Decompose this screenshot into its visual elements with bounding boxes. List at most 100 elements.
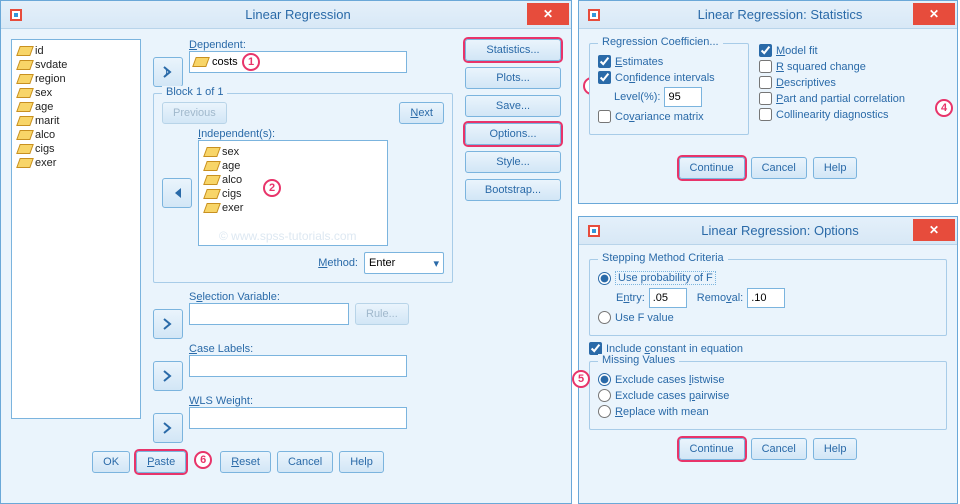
use-probability-radio[interactable]: Use probability of F — [598, 271, 938, 285]
scale-icon — [16, 130, 34, 140]
removal-label: Removal: — [697, 292, 743, 304]
part-partial-check[interactable]: Part and partial correlation — [759, 92, 947, 105]
exclude-pairwise-radio[interactable]: Exclude cases pairwise — [598, 389, 938, 402]
exclude-listwise-radio[interactable]: Exclude cases listwise — [598, 373, 938, 386]
plots-button[interactable]: Plots... — [465, 67, 561, 89]
style-button[interactable]: Style... — [465, 151, 561, 173]
scale-icon — [16, 88, 34, 98]
rule-button[interactable]: Rule... — [355, 303, 409, 325]
main-dialog: Linear Regression ✕ idsvdateregionsexage… — [0, 0, 572, 504]
scale-icon — [16, 144, 34, 154]
wls-weight-label: WLS Weight: — [189, 395, 253, 407]
statistics-button[interactable]: Statistics... — [465, 39, 561, 61]
selection-variable-label: Selection Variable: — [189, 291, 280, 303]
annotation-4: 4 — [935, 99, 953, 117]
annotation-1: 1 — [242, 53, 260, 71]
case-labels-label: Case Labels: — [189, 343, 253, 355]
use-f-value-radio[interactable]: Use F value — [598, 311, 938, 324]
level-label: Level(%): — [614, 91, 660, 103]
variable-item[interactable]: exer — [16, 156, 136, 170]
app-icon — [585, 222, 603, 240]
app-icon — [585, 6, 603, 24]
rsquared-change-check[interactable]: R squared change — [759, 60, 947, 73]
previous-button[interactable]: Previous — [162, 102, 227, 124]
ok-button[interactable]: OK — [92, 451, 130, 473]
model-fit-check[interactable]: Model fit — [759, 44, 947, 57]
variable-item[interactable]: exer — [203, 201, 383, 215]
dependent-value: costs — [212, 56, 238, 68]
move-to-independents-button[interactable] — [162, 178, 192, 208]
bootstrap-button[interactable]: Bootstrap... — [465, 179, 561, 201]
estimates-check[interactable]: Estimates — [598, 55, 740, 68]
save-button[interactable]: Save... — [465, 95, 561, 117]
variable-item[interactable]: sex — [203, 145, 383, 159]
collinearity-check[interactable]: Collinearity diagnostics — [759, 108, 947, 121]
annotation-2: 2 — [263, 179, 281, 197]
dependent-field[interactable]: costs 1 — [189, 51, 407, 73]
scale-icon — [203, 161, 221, 171]
close-button[interactable]: ✕ — [913, 3, 955, 25]
coeff-legend: Regression Coefficien... — [598, 36, 723, 48]
move-to-selection-button[interactable] — [153, 309, 183, 339]
dependent-label: Dependent: — [189, 39, 246, 51]
level-input[interactable] — [664, 87, 702, 107]
variable-item[interactable]: marit — [16, 114, 136, 128]
move-to-caselabels-button[interactable] — [153, 361, 183, 391]
missing-legend: Missing Values — [598, 354, 679, 366]
selection-variable-field[interactable] — [189, 303, 349, 325]
move-to-dependent-button[interactable] — [153, 57, 183, 87]
variable-item[interactable]: sex — [16, 86, 136, 100]
scale-icon — [16, 158, 34, 168]
annotation-5: 5 — [572, 370, 590, 388]
variable-item[interactable]: cigs — [203, 187, 383, 201]
next-button[interactable]: Next — [399, 102, 444, 124]
scale-icon — [16, 46, 34, 56]
removal-input[interactable] — [747, 288, 785, 308]
move-to-wls-button[interactable] — [153, 413, 183, 443]
continue-button[interactable]: Continue — [679, 438, 745, 460]
covariance-check[interactable]: Covariance matrix — [598, 110, 740, 123]
cancel-button[interactable]: Cancel — [751, 157, 807, 179]
cancel-button[interactable]: Cancel — [751, 438, 807, 460]
descriptives-check[interactable]: Descriptives — [759, 76, 947, 89]
options-button[interactable]: Options... — [465, 123, 561, 145]
window-title: Linear Regression: Options — [603, 223, 957, 238]
confidence-intervals-check[interactable]: Confidence intervals — [598, 71, 740, 84]
scale-icon — [203, 175, 221, 185]
cancel-button[interactable]: Cancel — [277, 451, 333, 473]
variable-item[interactable]: age — [203, 159, 383, 173]
entry-input[interactable] — [649, 288, 687, 308]
case-labels-field[interactable] — [189, 355, 407, 377]
help-button[interactable]: Help — [813, 438, 858, 460]
scale-icon — [192, 57, 210, 67]
scale-icon — [203, 147, 221, 157]
close-button[interactable]: ✕ — [527, 3, 569, 25]
continue-button[interactable]: Continue — [679, 157, 745, 179]
paste-button[interactable]: Paste — [136, 451, 186, 473]
source-variables-list[interactable]: idsvdateregionsexagemaritalcocigsexer — [11, 39, 141, 419]
variable-item[interactable]: alco — [203, 173, 383, 187]
independents-list[interactable]: 2 © www.spss-tutorials.com sexagealcocig… — [198, 140, 388, 246]
titlebar: Linear Regression: Options ✕ — [579, 217, 957, 245]
help-button[interactable]: Help — [339, 451, 384, 473]
entry-label: Entry: — [616, 292, 645, 304]
method-label: Method: — [318, 257, 358, 269]
window-title: Linear Regression: Statistics — [603, 7, 957, 22]
wls-weight-field[interactable] — [189, 407, 407, 429]
variable-item[interactable]: region — [16, 72, 136, 86]
scale-icon — [16, 116, 34, 126]
watermark: © www.spss-tutorials.com — [219, 229, 357, 243]
method-select[interactable]: Enter ▾ — [364, 252, 444, 274]
variable-item[interactable]: age — [16, 100, 136, 114]
help-button[interactable]: Help — [813, 157, 858, 179]
close-button[interactable]: ✕ — [913, 219, 955, 241]
variable-item[interactable]: svdate — [16, 58, 136, 72]
variable-item[interactable]: cigs — [16, 142, 136, 156]
chevron-down-icon: ▾ — [433, 257, 439, 270]
variable-item[interactable]: id — [16, 44, 136, 58]
variable-item[interactable]: alco — [16, 128, 136, 142]
reset-button[interactable]: Reset — [220, 451, 271, 473]
app-icon — [7, 6, 25, 24]
replace-mean-radio[interactable]: Replace with mean — [598, 405, 938, 418]
titlebar: Linear Regression: Statistics ✕ — [579, 1, 957, 29]
